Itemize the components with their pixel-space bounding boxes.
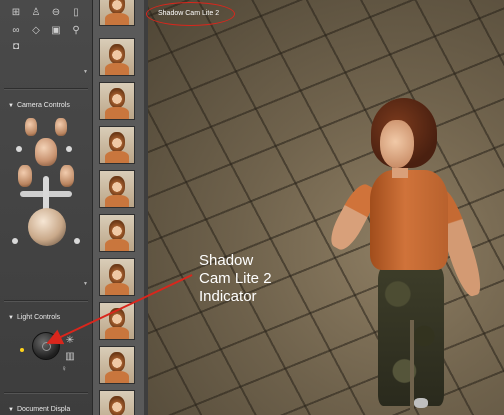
left-control-panel: ⊞ ♙ ⊖ ▯ ∞ ◇ ▣ ⚲ ◘ ▼ ▼Camera Controls ▼ [0,0,93,415]
library-thumbnail[interactable] [99,170,135,208]
figure-torso[interactable] [370,170,448,270]
camera-icon[interactable]: ◘ [10,42,22,52]
library-thumbnail[interactable] [99,346,135,384]
magnifier-icon[interactable]: ⚲ [70,26,82,36]
camera-small-left-icon[interactable] [16,146,22,152]
light-bulb-icon[interactable]: ♀ [58,364,70,374]
library-thumbnail[interactable] [99,390,135,415]
camera-move-cross-control[interactable] [20,176,72,212]
camera-left-hand-control[interactable] [18,165,32,187]
light-color-indicator[interactable] [20,348,24,352]
expand-triangle-icon: ▼ [8,315,14,321]
shadow-cam-indicator-annotation: Shadow Cam Lite 2 Indicator [199,252,289,306]
library-thumbnail[interactable] [99,82,135,120]
figure-face[interactable] [380,120,414,168]
figure-icon[interactable]: ♙ [30,8,42,18]
light-dial-control[interactable] [32,332,60,360]
cylinder-icon[interactable]: ⊖ [50,8,62,18]
divider [4,300,88,302]
tube-icon[interactable]: ▯ [70,8,82,18]
figure-leg-gap [410,320,414,410]
camera-controls-label: Camera Controls [16,102,70,109]
toolbar-collapse-button[interactable]: ▼ [83,70,88,75]
camera-right-hand-control[interactable] [60,165,74,187]
library-thumbnail[interactable] [99,302,135,340]
chain-icon[interactable]: ∞ [10,26,22,36]
grid-icon[interactable]: ⊞ [10,8,22,18]
cube-icon[interactable]: ◇ [30,26,42,36]
library-thumbnail[interactable] [99,38,135,76]
light-controls-header[interactable]: ▼ Light Controls [8,314,60,321]
poser-workspace: ⊞ ♙ ⊖ ▯ ∞ ◇ ▣ ⚲ ◘ ▼ ▼Camera Controls ▼ [0,0,504,415]
annotation-line: Indicator [199,288,257,305]
camera-collapse-button[interactable]: ▼ [83,282,88,287]
library-thumbnail[interactable] [99,214,135,252]
camera-plane-left-icon[interactable] [12,238,18,244]
camera-hand-right-icon[interactable] [55,118,67,136]
document-display-label: Document Displa [16,406,71,413]
annotation-line: Shadow [199,252,254,269]
annotation-line: Cam Lite 2 [199,270,272,287]
library-thumbnail[interactable] [99,126,135,164]
expand-triangle-icon: ▼ [8,103,14,109]
divider [4,88,88,90]
camera-head-trackball[interactable] [35,138,57,166]
camera-controls-header[interactable]: ▼ Camera Controls [8,102,70,109]
library-thumbnail-strip [93,0,148,415]
expand-triangle-icon: ▼ [8,407,14,413]
library-thumbnail[interactable] [99,258,135,296]
divider [4,392,88,394]
box-icon[interactable]: ▣ [50,26,62,36]
light-sun-icon[interactable]: ✳ [64,336,76,346]
camera-hand-left-icon[interactable] [25,118,37,136]
library-thumbnail[interactable] [99,0,135,26]
light-properties-icon[interactable]: ▥ [64,352,76,362]
figure-shoe[interactable] [414,398,428,408]
document-display-header[interactable]: ▼ Document Displa [8,406,70,413]
camera-plane-right-icon[interactable] [74,238,80,244]
camera-label-highlight-ring [146,2,235,26]
light-controls-label: Light Controls [16,314,61,321]
camera-trackball[interactable] [28,208,66,246]
camera-small-right-icon[interactable] [66,146,72,152]
